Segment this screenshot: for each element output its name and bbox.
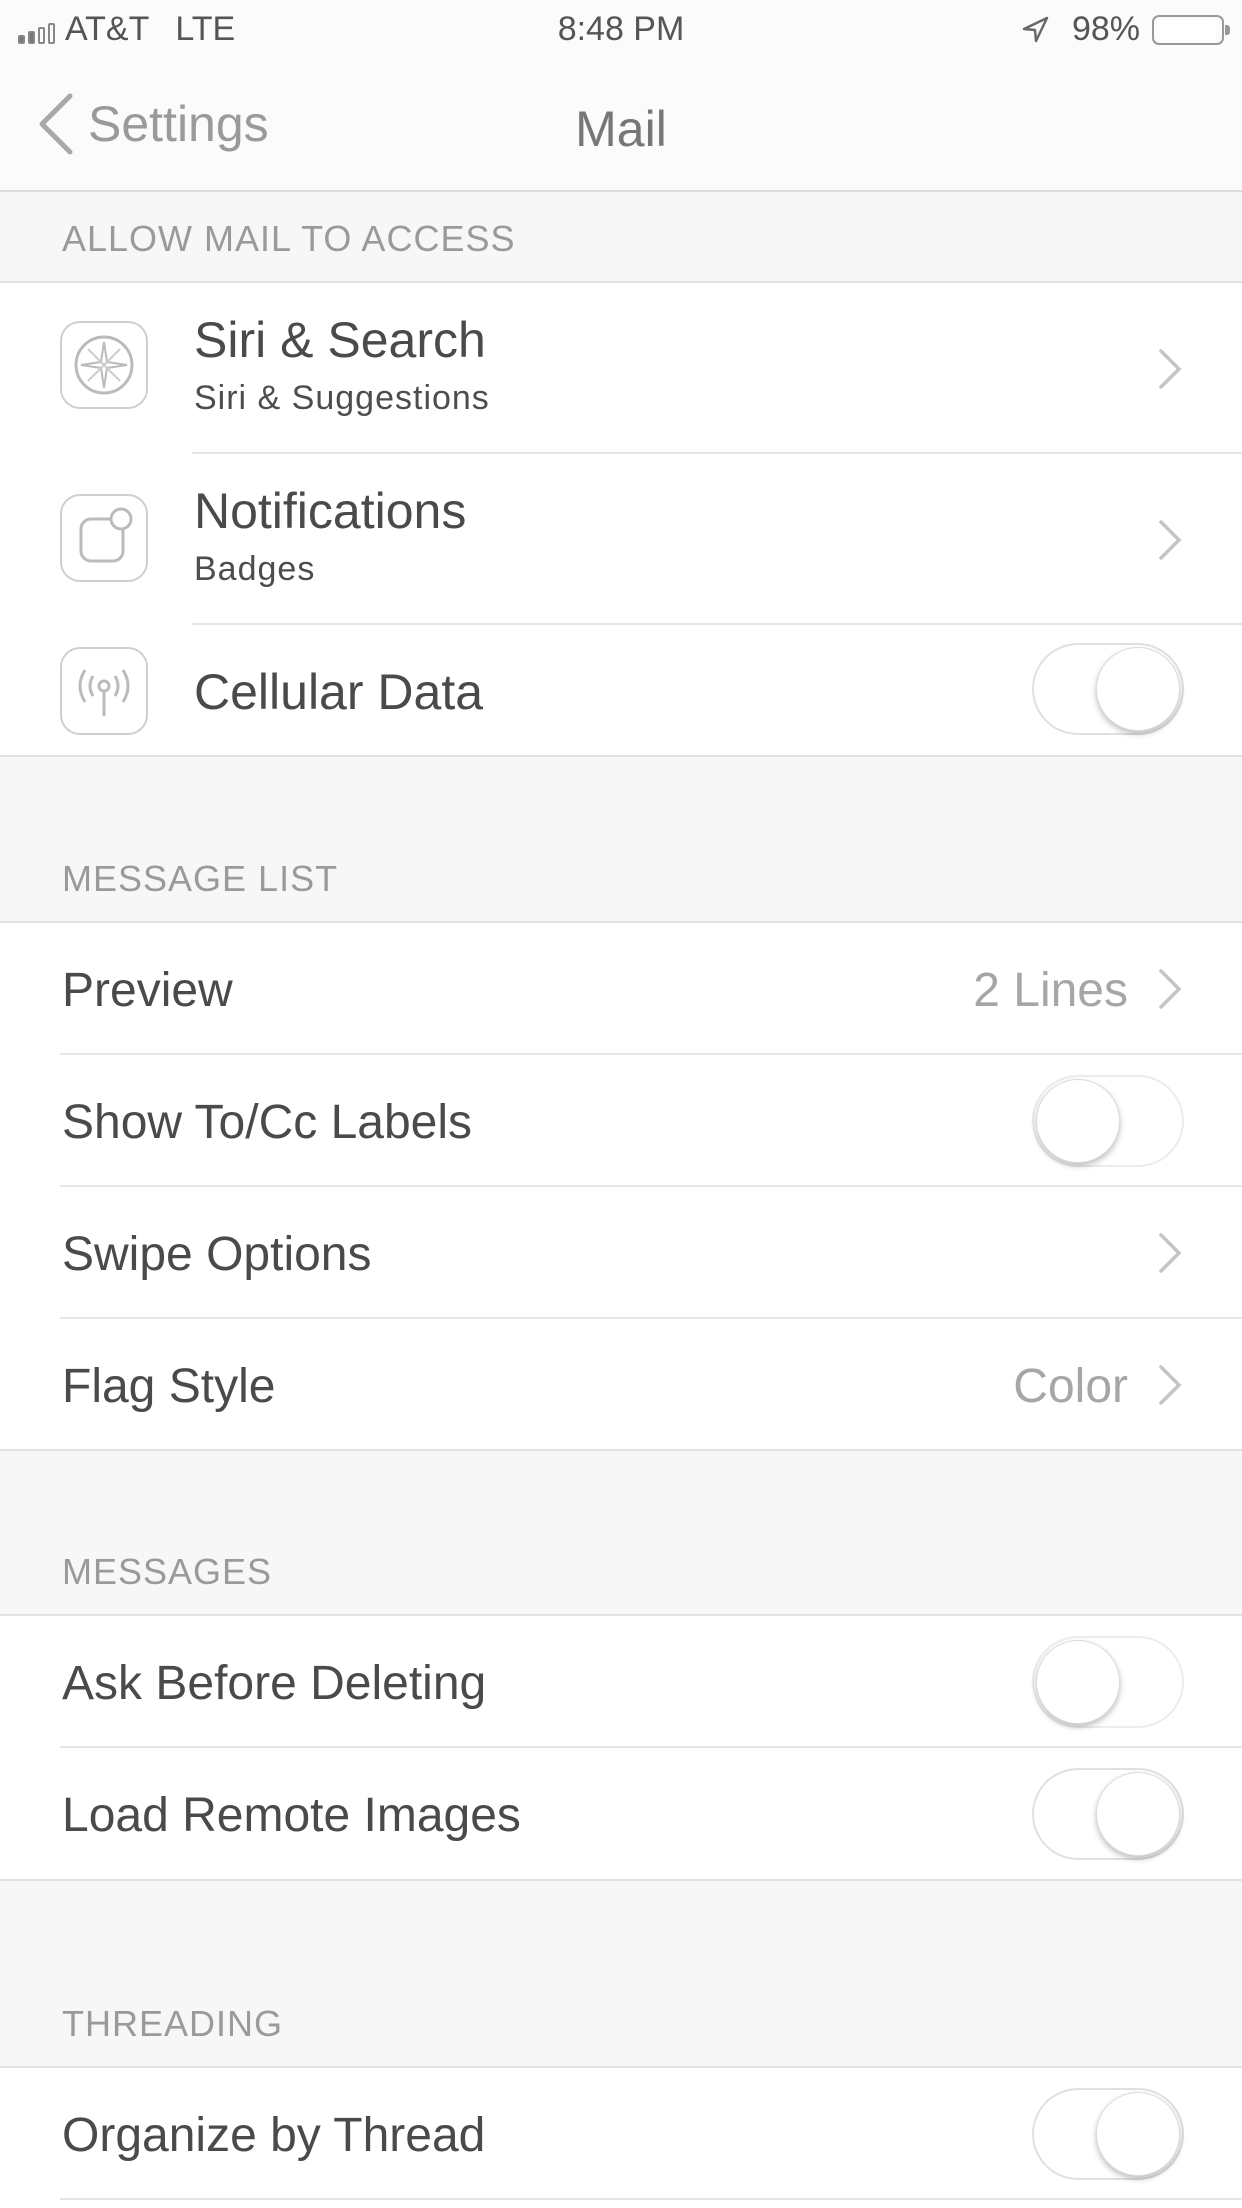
show-tocc-toggle[interactable] [1032, 1075, 1184, 1167]
notifications-subtitle: Badges [194, 550, 316, 588]
organize-by-thread-toggle[interactable] [1032, 2088, 1184, 2180]
organize-by-thread-label: Organize by Thread [62, 2109, 486, 2162]
flag-label: Flag Style [62, 1360, 276, 1413]
flag-value: Color [1013, 1360, 1128, 1413]
cellular-data-toggle[interactable] [1032, 643, 1184, 735]
load-remote-images-label: Load Remote Images [62, 1789, 521, 1842]
chevron-right-icon [1159, 969, 1182, 1009]
section-header-threading: THREADING [62, 2003, 284, 2044]
load-remote-images-toggle[interactable] [1032, 1768, 1184, 1860]
status-right: 98% [1020, 10, 1230, 49]
notifications-icon [60, 494, 148, 582]
section-header-messages: MESSAGES [62, 1551, 273, 1592]
cellular-antenna-icon [60, 647, 148, 735]
siri-subtitle: Siri & Suggestions [194, 379, 490, 417]
navigation-bar: Settings Mail [0, 62, 1242, 192]
row-organize-by-thread: Organize by Thread [0, 2068, 1242, 2200]
preview-value: 2 Lines [973, 964, 1128, 1017]
tocc-label: Show To/Cc Labels [62, 1096, 473, 1149]
group-threading: Organize by Thread [0, 2066, 1242, 2208]
swipe-label: Swipe Options [62, 1228, 372, 1281]
status-bar: AT&T LTE 8:48 PM 98% [0, 0, 1242, 62]
siri-title: Siri & Search [194, 312, 486, 368]
group-messages: Ask Before Deleting Load Remote Images [0, 1614, 1242, 1881]
row-notifications[interactable]: Notifications Badges [0, 454, 1242, 625]
page-title: Mail [575, 101, 667, 157]
siri-icon [60, 321, 148, 409]
location-arrow-icon [1022, 16, 1049, 42]
row-cellular-data: Cellular Data [0, 625, 1242, 755]
preview-label: Preview [62, 964, 233, 1017]
row-swipe-options[interactable]: Swipe Options [0, 1187, 1242, 1319]
row-siri-search[interactable]: Siri & Search Siri & Suggestions [0, 283, 1242, 454]
section-header-message-list: MESSAGE LIST [62, 858, 339, 899]
chevron-right-icon [1159, 1233, 1182, 1273]
row-preview[interactable]: Preview 2 Lines [0, 923, 1242, 1055]
row-ask-before-deleting: Ask Before Deleting [0, 1616, 1242, 1748]
group-allow-access: Siri & Search Siri & Suggestions Notific… [0, 281, 1242, 757]
section-header-allow: ALLOW MAIL TO ACCESS [62, 218, 516, 259]
notifications-title: Notifications [194, 483, 467, 539]
ask-before-deleting-toggle[interactable] [1032, 1636, 1184, 1728]
chevron-right-icon [1159, 520, 1182, 560]
group-message-list: Preview 2 Lines Show To/Cc Labels Swipe … [0, 921, 1242, 1451]
battery-percent: 98% [1071, 10, 1140, 48]
cellular-title: Cellular Data [194, 664, 484, 720]
chevron-right-icon [1159, 349, 1182, 389]
battery-icon [1152, 14, 1230, 45]
row-show-tocc-labels: Show To/Cc Labels [0, 1055, 1242, 1187]
row-flag-style[interactable]: Flag Style Color [0, 1319, 1242, 1451]
ask-before-deleting-label: Ask Before Deleting [62, 1657, 487, 1710]
chevron-right-icon [1159, 1365, 1182, 1405]
row-load-remote-images: Load Remote Images [0, 1748, 1242, 1880]
